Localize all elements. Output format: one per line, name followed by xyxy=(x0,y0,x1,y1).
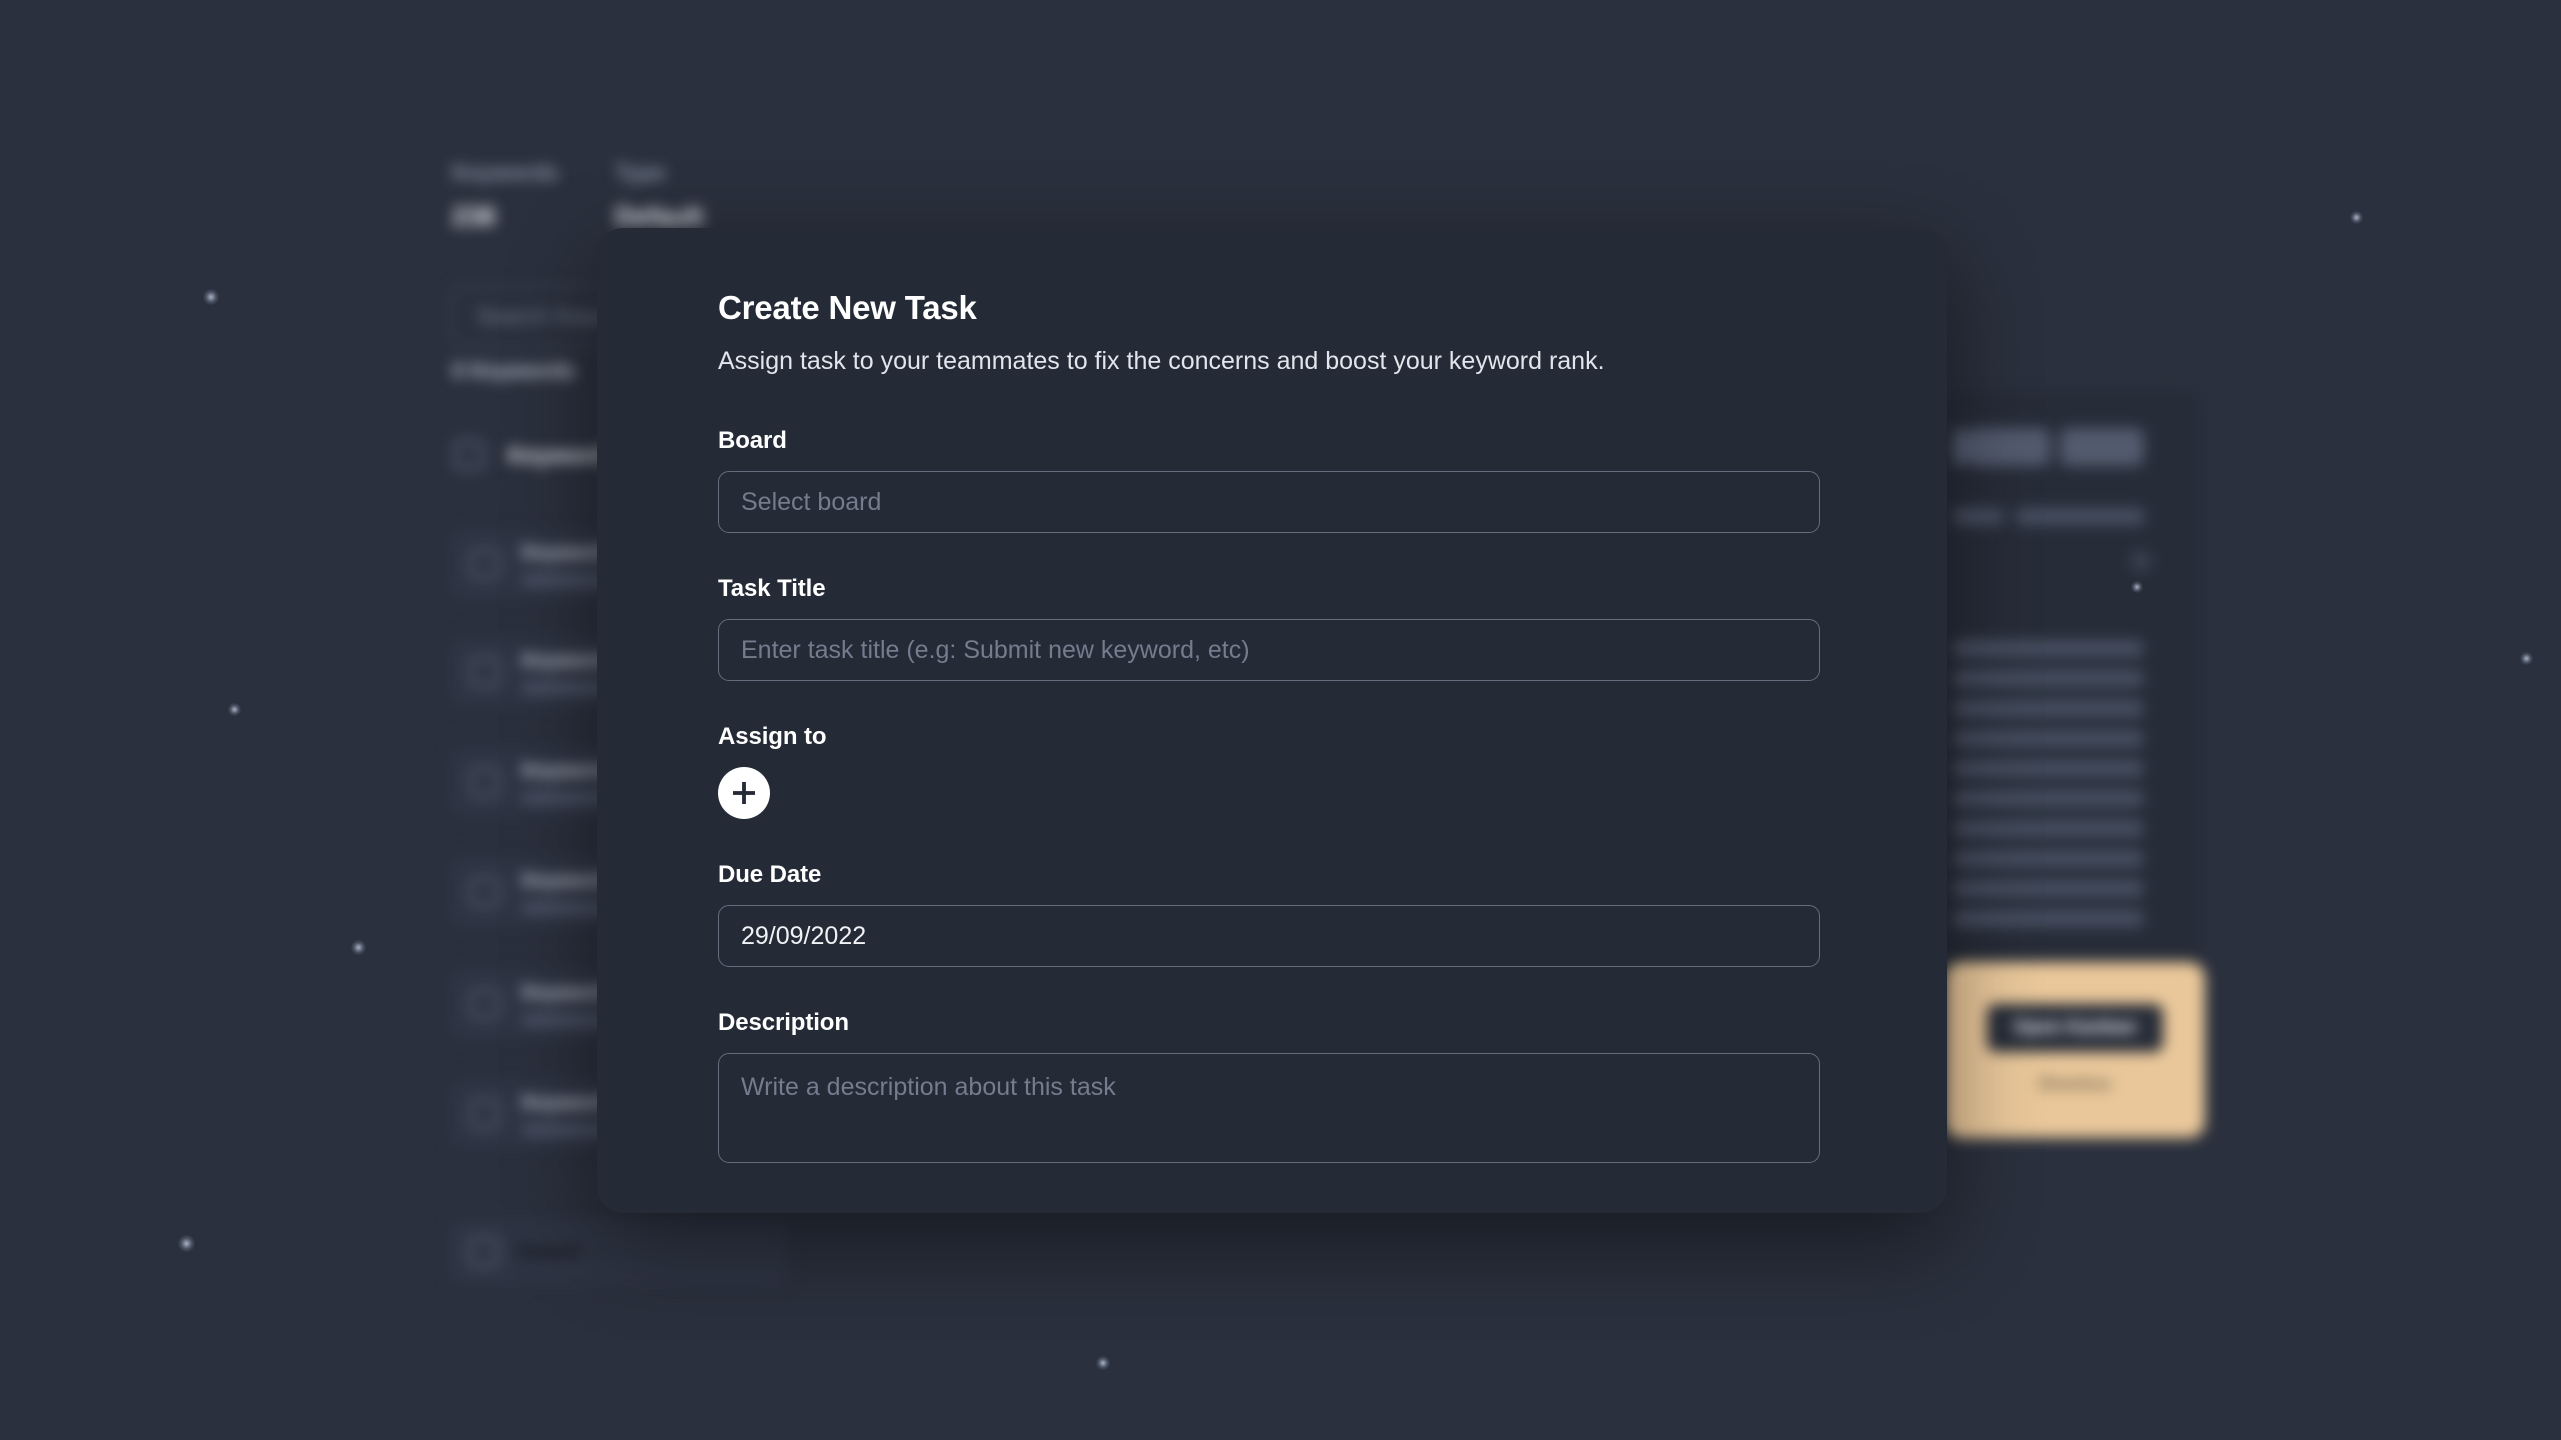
bg-panel-pill xyxy=(2060,428,2144,466)
bg-panel-bar xyxy=(1952,760,2144,777)
bg-table-header-label: Keyword xyxy=(508,441,606,468)
field-board: Board xyxy=(718,427,1827,534)
sparkle-dot xyxy=(351,940,366,955)
field-task-title: Task Title xyxy=(718,575,1827,682)
bg-row-checkbox[interactable] xyxy=(468,765,502,799)
field-due-date: Due Date xyxy=(718,861,1827,968)
bg-panel-bar xyxy=(1952,700,2144,717)
bg-panel-bar xyxy=(1952,730,2144,747)
task-title-input[interactable] xyxy=(718,619,1820,682)
task-title-label: Task Title xyxy=(718,575,826,603)
bg-row-title: Keyword xyxy=(518,1243,581,1260)
due-date-label: Due Date xyxy=(718,861,822,889)
bg-row-checkbox[interactable] xyxy=(468,655,502,689)
bg-panel-bar xyxy=(1952,850,2144,867)
board-label: Board xyxy=(718,427,787,455)
sparkle-dot xyxy=(228,703,241,716)
bg-panel-bar xyxy=(1952,820,2144,837)
assign-to-label: Assign to xyxy=(718,723,827,751)
bg-panel-bar xyxy=(1952,508,2004,525)
bg-panel-bar xyxy=(1952,670,2144,687)
create-task-modal: Create New Task Assign task to your team… xyxy=(597,228,1947,1213)
field-assign-to: Assign to xyxy=(718,723,1827,820)
bg-row-checkbox[interactable] xyxy=(468,987,502,1021)
assignee-list xyxy=(718,767,1827,820)
bg-open-kanban-button[interactable]: Open Kanban xyxy=(1987,1004,2163,1052)
bg-stat-label-keywords: Keywords xyxy=(452,160,559,185)
chevron-right-icon[interactable]: › xyxy=(598,1243,603,1261)
modal-title: Create New Task xyxy=(718,289,977,326)
bg-panel-bar xyxy=(1952,910,2144,927)
bg-panel-pill xyxy=(1968,428,2050,466)
bg-dismiss-link[interactable]: Dismiss xyxy=(2039,1074,2112,1096)
bg-select-all-checkbox[interactable] xyxy=(452,438,486,472)
bg-panel-bar xyxy=(1952,640,2144,657)
board-select-input[interactable] xyxy=(718,471,1820,534)
bg-keyword-row-bottom[interactable]: Keyword › xyxy=(448,1218,788,1286)
due-date-input[interactable] xyxy=(718,905,1820,968)
bg-panel-bar xyxy=(1952,880,2144,897)
bg-row-checkbox[interactable] xyxy=(468,547,502,581)
plus-icon xyxy=(729,778,759,808)
add-assignee-button[interactable] xyxy=(718,767,770,820)
sparkle-dot xyxy=(2520,652,2533,665)
bg-stat-label-type: Type xyxy=(615,160,666,185)
bg-stat-value-keywords: 238 xyxy=(452,201,496,231)
field-description: Description xyxy=(718,1009,1827,1168)
bg-row-checkbox[interactable] xyxy=(466,1235,500,1269)
modal-subtitle: Assign task to your teammates to fix the… xyxy=(718,346,1605,375)
bg-row-checkbox[interactable] xyxy=(468,1097,502,1131)
description-textarea[interactable] xyxy=(718,1053,1820,1164)
sparkle-dot xyxy=(178,1235,195,1252)
app-screen: Keywords 238 Type Default Search Keyword… xyxy=(0,0,2561,1440)
bg-panel-pill xyxy=(1952,428,1968,466)
sparkle-dot xyxy=(2131,581,2143,593)
sparkle-dot xyxy=(2350,211,2363,224)
bg-keyword-count: 0 Keywords xyxy=(452,358,576,383)
bg-panel-dot xyxy=(2130,550,2152,572)
bg-kanban-toast: Open Kanban Dismiss xyxy=(1945,962,2205,1138)
sparkle-dot xyxy=(1096,1356,1110,1370)
bg-panel-bar xyxy=(2015,508,2145,525)
description-label: Description xyxy=(718,1009,849,1037)
sparkle-dot xyxy=(203,289,219,305)
bg-row-checkbox[interactable] xyxy=(468,875,502,909)
bg-panel-bar xyxy=(1952,790,2144,807)
